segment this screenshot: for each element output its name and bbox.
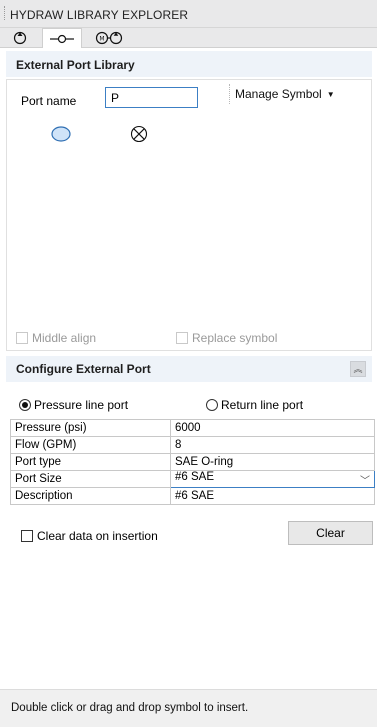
chevron-down-icon[interactable]: ﹀ [360, 472, 370, 487]
table-row: Pressure (psi) 6000 [10, 419, 375, 437]
return-line-port-label: Return line port [221, 398, 304, 412]
port-name-label: Port name [21, 94, 77, 108]
manage-symbol-label: Manage Symbol [235, 87, 322, 101]
clear-button[interactable]: Clear [288, 521, 373, 545]
port-line-icon [50, 34, 74, 43]
checkbox-box [176, 332, 188, 344]
cross-circle-port-symbol[interactable] [130, 125, 148, 143]
property-key: Port Size [10, 470, 171, 488]
radio-button [19, 399, 31, 411]
tab-strip: M [0, 28, 377, 48]
property-key: Pressure (psi) [10, 419, 171, 437]
tab-pump[interactable] [8, 28, 32, 48]
property-value: #6 SAE [175, 471, 214, 483]
section-title: External Port Library [16, 58, 135, 72]
collapse-icon[interactable]: ︽ [350, 361, 366, 377]
manage-symbol-button[interactable]: Manage Symbol ▼ [229, 84, 335, 104]
property-value[interactable]: #6 SAE [170, 487, 375, 505]
symbol-library-panel [6, 79, 372, 351]
property-key: Description [10, 487, 171, 505]
middle-align-label: Middle align [32, 331, 97, 345]
replace-symbol-checkbox[interactable]: Replace symbol [176, 331, 277, 345]
pressure-line-port-label: Pressure line port [34, 398, 129, 412]
drag-grip-icon[interactable] [4, 6, 6, 20]
property-key: Port type [10, 453, 171, 471]
property-value[interactable]: 8 [170, 436, 375, 454]
radio-button [206, 399, 218, 411]
external-port-library-header: External Port Library [6, 51, 372, 77]
motor-pump-icon: M [95, 31, 123, 45]
checkbox-box [21, 530, 33, 542]
property-key: Flow (GPM) [10, 436, 171, 454]
return-line-port-radio[interactable]: Return line port [206, 398, 303, 412]
window-title: HYDRAW LIBRARY EXPLORER [10, 8, 189, 22]
dropdown-caret-icon: ▼ [326, 89, 335, 99]
property-value[interactable]: 6000 [170, 419, 375, 437]
table-row: Flow (GPM) 8 [10, 436, 375, 454]
port-name-input[interactable] [105, 87, 198, 108]
section-title: Configure External Port [16, 362, 151, 376]
pump-icon [13, 31, 27, 45]
circle-port-symbol[interactable] [50, 126, 72, 142]
property-value[interactable]: SAE O-ring [170, 453, 375, 471]
footer-hint: Double click or drag and drop symbol to … [11, 702, 249, 714]
tab-motor-pump[interactable]: M [90, 28, 128, 48]
table-row: Port type SAE O-ring [10, 453, 375, 471]
middle-align-checkbox[interactable]: Middle align [16, 331, 96, 345]
configure-external-port-header: Configure External Port [6, 356, 372, 382]
clear-on-insertion-checkbox[interactable]: Clear data on insertion [21, 529, 158, 543]
tab-external-port[interactable] [42, 28, 82, 48]
status-footer: Double click or drag and drop symbol to … [0, 689, 377, 727]
port-size-dropdown[interactable]: #6 SAE ﹀ [170, 470, 375, 488]
replace-symbol-label: Replace symbol [192, 331, 278, 345]
title-bar: HYDRAW LIBRARY EXPLORER [0, 0, 377, 28]
table-row: Port Size #6 SAE ﹀ [10, 470, 375, 488]
port-properties-table: Pressure (psi) 6000 Flow (GPM) 8 Port ty… [10, 419, 375, 505]
checkbox-box [16, 332, 28, 344]
table-row: Description #6 SAE [10, 487, 375, 505]
pressure-line-port-radio[interactable]: Pressure line port [19, 398, 128, 412]
clear-on-insertion-label: Clear data on insertion [37, 529, 158, 543]
svg-text:M: M [99, 36, 104, 43]
